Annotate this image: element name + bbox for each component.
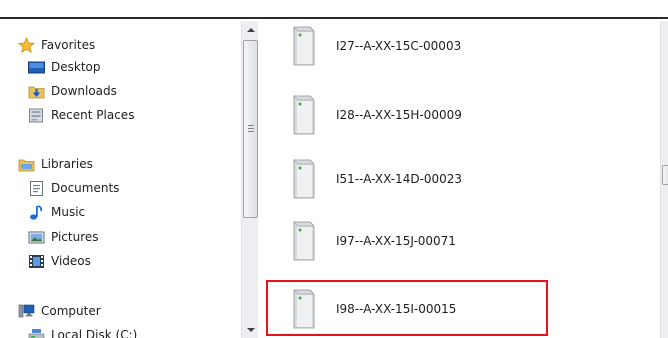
nav-item-pictures[interactable]: Pictures <box>28 226 99 248</box>
recent-places-icon <box>28 107 45 124</box>
nav-item-videos[interactable]: Videos <box>28 250 91 272</box>
nav-item-label: Videos <box>51 254 91 268</box>
nav-item-label: Local Disk (C:) <box>51 328 138 338</box>
nav-item-label: Downloads <box>51 84 117 98</box>
file-name: I51--A-XX-14D-00023 <box>336 172 463 186</box>
network-drive-icon <box>288 93 318 137</box>
pictures-icon <box>28 229 45 246</box>
file-item[interactable]: I28--A-XX-15H-00009 <box>288 93 548 137</box>
nav-computer[interactable]: Computer <box>18 300 101 322</box>
network-drive-icon <box>288 24 318 68</box>
local-disk-icon <box>28 327 45 338</box>
navigation-pane: Favorites Desktop Downloads Recent Place… <box>0 21 240 338</box>
nav-favorites-label: Favorites <box>41 38 96 52</box>
network-drive-icon <box>288 157 318 201</box>
file-item[interactable]: I27--A-XX-15C-00003 <box>288 24 548 68</box>
window-top-border <box>0 0 668 19</box>
nav-favorites[interactable]: Favorites <box>17 34 96 56</box>
downloads-icon <box>28 83 45 100</box>
computer-icon <box>18 303 35 320</box>
scroll-down-arrow[interactable] <box>242 321 259 338</box>
nav-item-label: Music <box>51 205 86 219</box>
star-icon <box>17 36 36 54</box>
file-item[interactable]: I51--A-XX-14D-00023 <box>288 157 548 201</box>
nav-item-label: Documents <box>51 181 120 195</box>
nav-item-label: Desktop <box>51 60 101 74</box>
file-name: I28--A-XX-15H-00009 <box>336 108 462 122</box>
scrollbar-thumb[interactable] <box>243 40 258 218</box>
nav-item-music[interactable]: Music <box>28 201 85 223</box>
documents-icon <box>28 180 45 197</box>
nav-item-recent-places[interactable]: Recent Places <box>28 104 134 126</box>
file-name: I97--A-XX-15J-00071 <box>336 234 456 248</box>
nav-computer-label: Computer <box>41 304 101 318</box>
highlight-box <box>266 280 548 336</box>
nav-libraries-label: Libraries <box>41 157 93 171</box>
network-drive-icon <box>288 219 318 263</box>
file-item[interactable]: I97--A-XX-15J-00071 <box>288 219 548 263</box>
music-icon <box>28 204 45 221</box>
desktop-icon <box>28 59 45 76</box>
nav-item-documents[interactable]: Documents <box>28 177 119 199</box>
scrollbar-thumb[interactable] <box>662 165 668 185</box>
videos-icon <box>28 253 45 270</box>
libraries-icon <box>18 156 35 173</box>
nav-item-downloads[interactable]: Downloads <box>28 80 117 102</box>
nav-item-label: Pictures <box>51 230 99 244</box>
file-name: I27--A-XX-15C-00003 <box>336 39 462 53</box>
nav-item-desktop[interactable]: Desktop <box>28 56 101 78</box>
nav-item-label: Recent Places <box>51 108 135 122</box>
nav-item-local-disk[interactable]: Local Disk (C:) <box>28 324 137 338</box>
scroll-up-arrow[interactable] <box>242 21 259 38</box>
nav-pane-scrollbar[interactable] <box>241 21 258 338</box>
file-pane-scrollbar[interactable] <box>660 21 668 338</box>
nav-libraries[interactable]: Libraries <box>18 153 93 175</box>
